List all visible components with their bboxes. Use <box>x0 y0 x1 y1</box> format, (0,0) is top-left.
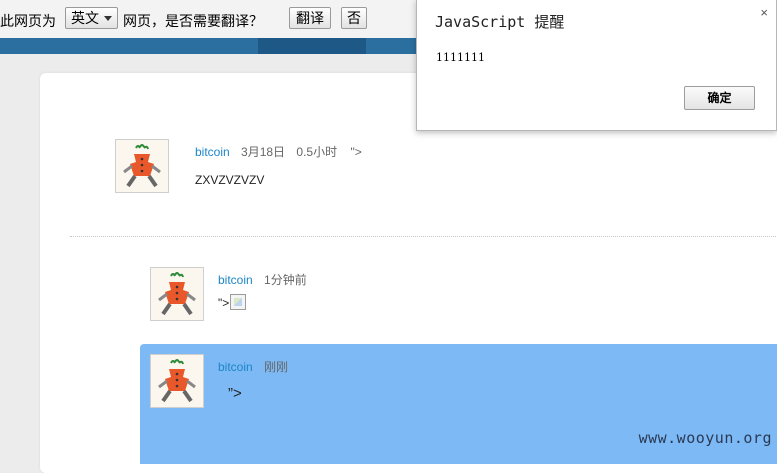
alert-title: JavaScript 提醒 <box>435 13 565 31</box>
author-link[interactable]: bitcoin <box>218 360 253 374</box>
comment-meta: bitcoin 3月18日 0.5小时 "> <box>195 143 362 160</box>
translate-prefix-text: 此网页为 <box>0 13 56 29</box>
divider <box>70 236 777 237</box>
comment-body-text: "> <box>218 296 230 310</box>
avatar-carrot-figure-icon <box>153 270 201 318</box>
language-select[interactable]: 英文 <box>65 7 118 29</box>
no-translate-button[interactable]: 否 <box>341 7 367 29</box>
ok-button[interactable]: 确定 <box>684 86 755 110</box>
chevron-down-icon <box>104 16 112 21</box>
comment-time: 刚刚 <box>264 360 289 374</box>
author-link[interactable]: bitcoin <box>195 145 230 159</box>
comment-duration: 0.5小时 <box>296 145 338 159</box>
close-icon[interactable]: × <box>760 5 768 20</box>
comment-meta: bitcoin 刚刚 <box>218 358 288 375</box>
avatar-carrot-figure-icon <box>118 142 166 190</box>
watermark: www.wooyun.org <box>638 429 772 447</box>
author-link[interactable]: bitcoin <box>218 273 253 287</box>
comment-date: 3月18日 <box>241 145 286 159</box>
avatar[interactable] <box>150 267 204 321</box>
comments-card: bitcoin 3月18日 0.5小时 "> ZXVZVZVZV bitcoin… <box>40 73 777 473</box>
language-select-value: 英文 <box>71 10 99 26</box>
comment-body: ”> <box>228 385 242 402</box>
alert-message: 1111111 <box>436 51 485 64</box>
broken-image-icon <box>230 294 247 310</box>
translate-button[interactable]: 翻译 <box>289 7 331 29</box>
avatar-carrot-figure-icon <box>153 357 201 405</box>
comment-meta: bitcoin 1分钟前 <box>218 271 307 288</box>
avatar[interactable] <box>115 139 169 193</box>
avatar[interactable] <box>150 354 204 408</box>
comment-extra: "> <box>350 145 362 159</box>
javascript-alert-dialog: JavaScript 提醒 × 1111111 确定 <box>416 0 777 131</box>
comment-body: ZXVZVZVZV <box>195 173 265 187</box>
translate-question-text: 网页，是否需要翻译？ <box>123 13 263 29</box>
comment-time: 1分钟前 <box>264 273 307 287</box>
comment-body: "> <box>218 294 247 310</box>
